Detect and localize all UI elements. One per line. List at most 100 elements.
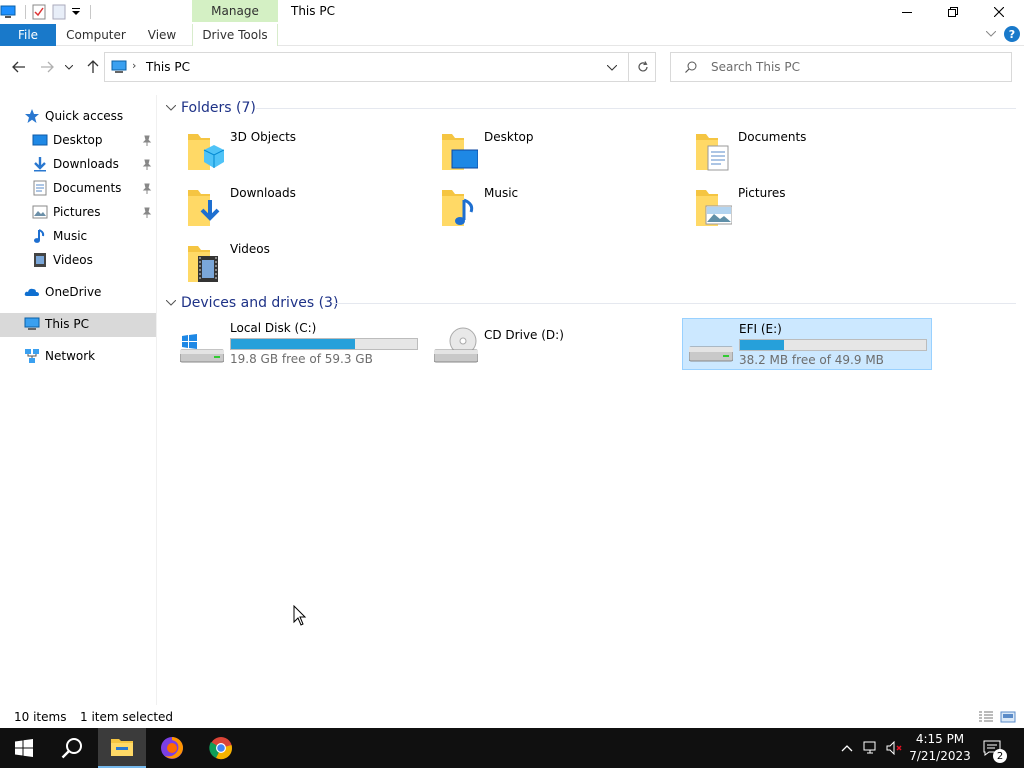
tab-computer[interactable]: Computer <box>60 24 132 46</box>
nav-onedrive[interactable]: OneDrive <box>24 281 101 303</box>
nav-item-desktop[interactable]: Desktop <box>32 129 103 151</box>
folder-tile-music[interactable]: Music <box>434 184 674 236</box>
network-tray-icon[interactable] <box>862 740 880 756</box>
downloads-folder-icon <box>188 190 220 226</box>
folder-label: Pictures <box>738 186 786 200</box>
file-explorer-icon <box>111 739 133 756</box>
folder-tile-3d-objects[interactable]: 3D Objects <box>180 128 420 180</box>
pin-icon[interactable] <box>142 159 152 171</box>
ribbon-tabs: File Computer View Drive Tools ? <box>0 24 1024 46</box>
tab-view[interactable]: View <box>136 24 188 46</box>
up-button[interactable] <box>84 58 102 76</box>
search-input[interactable]: Search This PC <box>711 60 800 74</box>
help-icon[interactable]: ? <box>1004 26 1020 42</box>
folders-group-title: Folders (7) <box>181 100 256 116</box>
address-bar[interactable]: › This PC <box>104 52 656 82</box>
drive-label: EFI (E:) <box>739 322 782 336</box>
start-button[interactable] <box>0 728 48 768</box>
minimize-button[interactable] <box>884 0 930 24</box>
drive-usage-bar <box>230 338 418 350</box>
nav-quick-access[interactable]: Quick access <box>24 105 123 127</box>
up-arrow-icon <box>87 60 99 73</box>
quick-access-toolbar <box>0 3 96 21</box>
nav-this-pc[interactable]: This PC <box>24 313 89 335</box>
refresh-button[interactable] <box>628 52 656 82</box>
show-hidden-icons-icon[interactable] <box>838 740 856 756</box>
this-pc-window-icon <box>0 4 16 20</box>
minimize-icon <box>902 12 912 13</box>
clock-date[interactable]: 7/21/2023 <box>908 749 972 763</box>
documents-icon <box>32 180 48 196</box>
volume-muted-icon[interactable] <box>886 740 904 756</box>
customize-qat-icon[interactable] <box>71 4 81 20</box>
recent-locations-button[interactable] <box>62 58 76 76</box>
folder-label: Documents <box>738 130 807 144</box>
firefox-icon <box>161 737 183 759</box>
back-button[interactable] <box>10 58 28 76</box>
breadcrumb-this-pc[interactable]: This PC <box>146 60 190 74</box>
search-box[interactable]: Search This PC <box>670 52 1012 82</box>
restore-icon <box>948 7 958 17</box>
pictures-folder-icon <box>696 190 732 226</box>
this-pc-icon <box>111 60 127 77</box>
devices-group-header[interactable]: Devices and drives (3) <box>165 293 338 313</box>
pin-icon[interactable] <box>142 183 152 195</box>
manage-contextual-tab[interactable]: Manage <box>192 0 278 22</box>
search-taskbar-button[interactable] <box>48 728 96 768</box>
taskbar-chrome[interactable] <box>197 728 245 768</box>
clock-time[interactable]: 4:15 PM <box>908 732 972 746</box>
properties-icon[interactable] <box>31 4 47 20</box>
devices-group-title: Devices and drives (3) <box>181 295 339 311</box>
breadcrumb-chevron-icon[interactable]: › <box>132 59 136 72</box>
chrome-icon <box>209 737 232 760</box>
folder-tile-documents[interactable]: Documents <box>688 128 928 180</box>
network-icon <box>24 348 40 364</box>
drive-tile-d[interactable]: CD Drive (D:) <box>434 318 678 370</box>
pin-icon[interactable] <box>142 135 152 147</box>
drive-label: CD Drive (D:) <box>484 328 564 342</box>
taskbar-file-explorer[interactable] <box>98 728 146 768</box>
nav-item-music[interactable]: Music <box>32 225 87 247</box>
collapse-chevron-icon[interactable] <box>165 297 177 309</box>
drive-label: Local Disk (C:) <box>230 321 317 335</box>
taskbar-firefox[interactable] <box>148 728 196 768</box>
collapse-chevron-icon[interactable] <box>165 102 177 114</box>
nav-item-downloads[interactable]: Downloads <box>32 153 119 175</box>
address-dropdown-icon[interactable] <box>605 61 619 75</box>
status-item-count: 10 items <box>14 710 67 724</box>
tab-drive-tools[interactable]: Drive Tools <box>192 24 278 46</box>
drive-tile-c[interactable]: Local Disk (C:) 19.8 GB free of 59.3 GB <box>180 318 424 370</box>
status-bar: 10 items 1 item selected <box>0 706 1024 728</box>
close-button[interactable] <box>976 0 1022 24</box>
details-view-icon[interactable] <box>978 710 994 724</box>
nav-item-documents[interactable]: Documents <box>32 177 121 199</box>
large-icons-view-icon[interactable] <box>1000 710 1016 724</box>
nav-item-pictures[interactable]: Pictures <box>32 201 101 223</box>
folder-tile-downloads[interactable]: Downloads <box>180 184 420 236</box>
folder-label: Music <box>484 186 519 200</box>
folder-label: Desktop <box>484 130 534 144</box>
restore-button[interactable] <box>930 0 976 24</box>
search-icon <box>61 738 82 759</box>
nav-item-label: Pictures <box>53 205 101 219</box>
drive-usage-bar <box>739 339 927 351</box>
nav-item-videos[interactable]: Videos <box>32 249 93 271</box>
forward-arrow-icon <box>41 61 54 73</box>
onedrive-icon <box>24 284 40 300</box>
windows-logo-icon <box>15 739 33 757</box>
folder-tile-pictures[interactable]: Pictures <box>688 184 928 236</box>
nav-network[interactable]: Network <box>24 345 95 367</box>
desktop-icon <box>32 132 48 148</box>
pin-icon[interactable] <box>142 207 152 219</box>
folder-tile-desktop[interactable]: Desktop <box>434 128 674 180</box>
forward-button[interactable] <box>38 58 56 76</box>
qat-separator <box>90 5 91 19</box>
folder-tile-videos[interactable]: Videos <box>180 240 420 292</box>
new-folder-icon[interactable] <box>51 4 67 20</box>
refresh-icon <box>637 61 648 72</box>
file-tab[interactable]: File <box>0 24 56 46</box>
folders-group-header[interactable]: Folders (7) <box>165 98 256 118</box>
drive-tile-e[interactable]: EFI (E:) 38.2 MB free of 49.9 MB <box>682 318 932 370</box>
title-bar: Manage This PC <box>0 0 1024 24</box>
expand-ribbon-icon[interactable] <box>984 27 998 41</box>
